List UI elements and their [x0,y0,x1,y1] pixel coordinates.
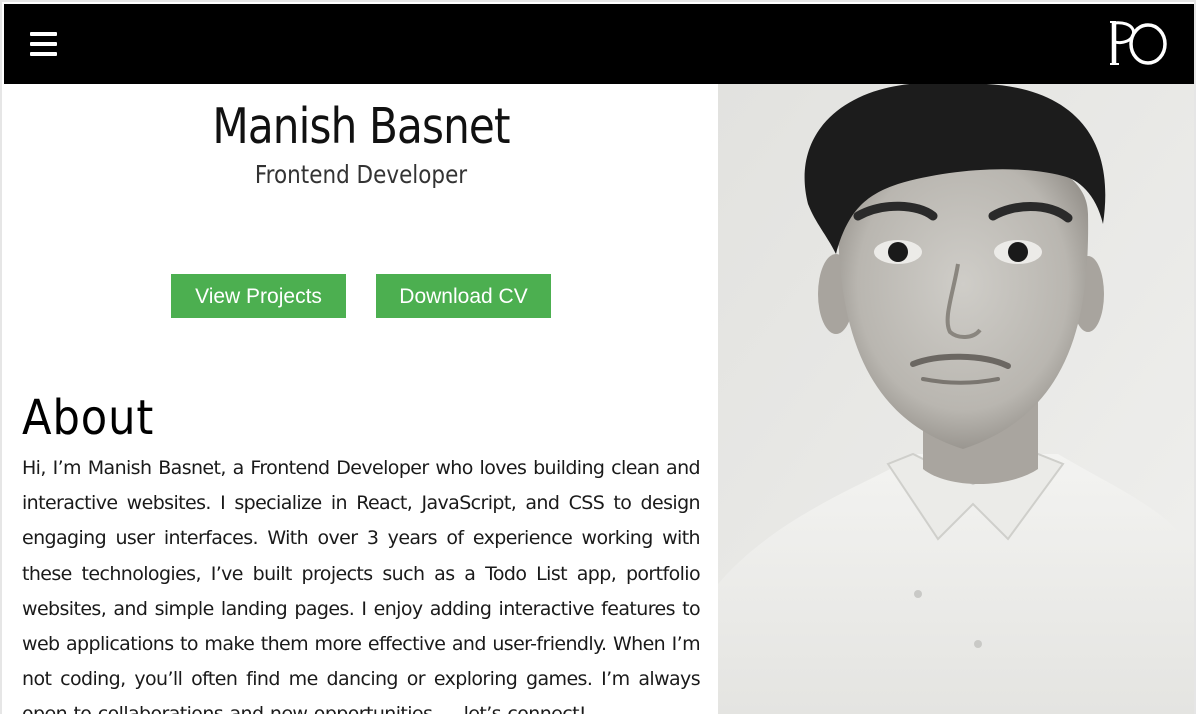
developer-role: Frontend Developer [254,160,468,189]
hamburger-menu-icon[interactable] [24,26,64,66]
about-paragraph: Hi, I’m Manish Basnet, a Frontend Develo… [22,457,701,714]
developer-name: Manish Basnet [212,98,510,155]
top-navbar [4,4,1194,84]
download-cv-button[interactable]: Download CV [376,274,551,318]
view-projects-button[interactable]: View Projects [171,274,346,318]
page: Manish Basnet Frontend Developer View Pr… [0,0,1196,714]
site-logo[interactable] [1108,18,1172,70]
profile-photo [718,84,1194,714]
hero-section: Manish Basnet Frontend Developer View Pr… [4,84,718,714]
about-heading: About [22,390,155,446]
